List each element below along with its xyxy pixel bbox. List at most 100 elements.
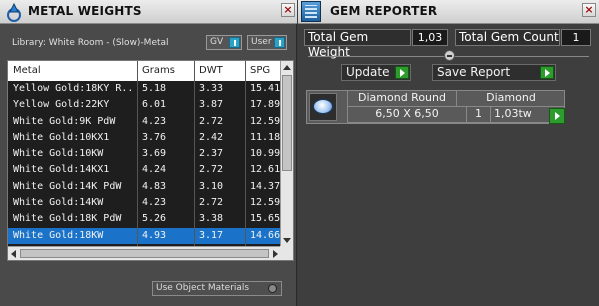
metal-weights-title: METAL WEIGHTS <box>28 4 142 18</box>
grams-cell: 4.23 <box>142 115 167 127</box>
save-report-play-icon[interactable] <box>540 66 554 79</box>
gem-list-item[interactable]: Diamond Round Diamond 6,50 X 6,50 1 1,03… <box>306 90 565 124</box>
grams-cell: 5.26 <box>142 213 167 225</box>
vertical-scroll-thumb[interactable] <box>282 75 292 171</box>
gv-toggle[interactable]: GV <box>206 35 242 50</box>
grams-cell: 4.24 <box>142 164 167 176</box>
metal-weights-logo-icon <box>7 2 21 22</box>
metal-table-vertical-scrollbar[interactable] <box>280 61 293 247</box>
metal-name-cell: White Gold:9K PdW <box>13 115 116 127</box>
table-row[interactable]: White Gold:14KW 4.23 2.72 12.59 <box>8 195 281 211</box>
table-row[interactable]: White Gold:14KX1 4.24 2.72 12.61 <box>8 162 281 178</box>
use-object-materials-radio-icon[interactable] <box>268 284 277 293</box>
grams-cell: 3.76 <box>142 131 167 143</box>
table-row[interactable]: White Gold:14K PdW 4.83 3.10 14.37 <box>8 179 281 195</box>
metal-name-cell: White Gold:10KW <box>13 148 104 160</box>
column-header-spg[interactable]: SPG <box>250 65 270 76</box>
horizontal-scroll-thumb[interactable] <box>20 249 269 258</box>
use-object-materials-label: Use Object Materials <box>156 283 250 293</box>
user-toggle[interactable]: User <box>247 35 287 50</box>
spg-cell: 12.59 <box>250 115 281 127</box>
column-divider <box>194 61 195 260</box>
table-row-selected[interactable]: White Gold:18KW 4.93 3.17 14.66 <box>8 227 281 244</box>
metal-name-cell: Yellow Gold:22KY <box>13 99 110 111</box>
metal-weights-close-icon[interactable]: × <box>281 3 295 17</box>
scroll-left-arrow-icon[interactable] <box>11 250 16 258</box>
gem-size-cell: 6,50 X 6,50 <box>347 107 466 123</box>
use-object-materials-toggle[interactable]: Use Object Materials <box>152 281 282 296</box>
dwt-cell: 3.33 <box>199 83 224 94</box>
save-report-button-label: Save Report <box>437 65 511 79</box>
spg-cell: 15.65 <box>250 213 281 225</box>
scroll-down-arrow-icon[interactable] <box>283 238 291 243</box>
gem-thumbnail <box>309 93 337 121</box>
update-button[interactable]: Update <box>341 64 411 81</box>
spg-cell: 15.41 <box>250 83 281 94</box>
dwt-cell: 3.17 <box>199 229 224 241</box>
gem-shape-cell: Diamond Round <box>347 91 456 107</box>
update-play-icon[interactable] <box>395 66 409 79</box>
dwt-cell: 3.87 <box>199 99 224 111</box>
spg-cell: 12.61 <box>250 164 281 176</box>
column-header-metal[interactable]: Metal <box>13 65 41 76</box>
gem-weight-cell: 1,03tw <box>490 107 550 123</box>
user-toggle-switch-icon[interactable] <box>274 37 285 48</box>
round-diamond-icon <box>313 99 333 114</box>
splitter-handle-icon[interactable] <box>444 50 455 61</box>
table-row[interactable]: White Gold:10KW 3.69 2.37 10.99 <box>8 146 281 162</box>
metal-name-cell: White Gold:14KX1 <box>13 164 110 176</box>
spg-cell: 10.99 <box>250 148 281 160</box>
dwt-cell: 2.72 <box>199 164 224 176</box>
table-row[interactable]: White Gold:10KX1 3.76 2.42 11.18 <box>8 130 281 146</box>
column-header-grams[interactable]: Grams <box>142 65 175 76</box>
metal-name-cell: White Gold:18KW <box>13 229 104 241</box>
metal-name-cell: White Gold:14K PdW <box>13 180 122 192</box>
spg-cell: 12.59 <box>250 197 281 209</box>
dwt-cell: 2.37 <box>199 148 224 160</box>
spg-cell: 17.89 <box>250 99 281 111</box>
gem-select-play-icon[interactable] <box>549 108 565 124</box>
column-divider <box>137 61 138 260</box>
grams-cell: 4.83 <box>142 180 167 192</box>
grams-cell: 3.69 <box>142 148 167 160</box>
table-row[interactable]: White Gold:18K PdW 5.26 3.38 15.65 <box>8 211 281 227</box>
total-gem-count-label: Total Gem Count <box>455 29 560 46</box>
table-row[interactable]: Yellow Gold:22KY 6.01 3.87 17.89 <box>8 97 281 113</box>
table-row[interactable]: Yellow Gold:18KY R... 5.18 3.33 15.41 <box>8 81 281 97</box>
column-header-dwt[interactable]: DWT <box>199 65 223 76</box>
metal-weights-titlebar: METAL WEIGHTS × <box>0 0 297 24</box>
dwt-cell: 2.72 <box>199 115 224 127</box>
library-label: Library: White Room - (Slow)-Metal <box>12 38 169 48</box>
spg-cell: 14.37 <box>250 180 281 192</box>
grams-cell: 4.93 <box>142 229 167 241</box>
dwt-cell: 2.72 <box>199 197 224 209</box>
grams-cell: 5.18 <box>142 83 167 94</box>
gv-toggle-switch-icon[interactable] <box>229 37 240 48</box>
grams-cell: 6.01 <box>142 99 167 111</box>
metal-table-header: Metal Grams DWT SPG <box>8 61 281 81</box>
metal-table-body: Yellow Gold:18KY R... 5.18 3.33 15.41 Yellow… <box>8 81 281 260</box>
table-row[interactable]: White Gold:9K PdW 4.23 2.72 12.59 <box>8 114 281 130</box>
scroll-up-arrow-icon[interactable] <box>283 65 291 70</box>
gem-count-cell: 1 <box>466 107 490 123</box>
total-gem-weight-value: 1,03 <box>412 29 448 46</box>
gv-toggle-label: GV <box>210 37 224 47</box>
total-gem-weight-label: Total Gem Weight <box>304 29 411 59</box>
dwt-cell: 2.42 <box>199 131 224 143</box>
metal-name-cell: Yellow Gold:18KY R... <box>13 83 135 94</box>
update-button-label: Update <box>346 65 390 79</box>
spg-cell: 14.66 <box>250 229 281 241</box>
gem-reporter-logo-icon <box>301 1 321 22</box>
total-gem-count-value: 1 <box>561 29 591 46</box>
dwt-cell: 3.38 <box>199 213 224 225</box>
metal-name-cell: White Gold:14KW <box>13 197 104 209</box>
save-report-button[interactable]: Save Report <box>432 64 556 81</box>
metal-table: Metal Grams DWT SPG Yellow Gold:18KY R..… <box>7 60 294 261</box>
scrollbar-corner <box>280 246 293 260</box>
gem-reporter-close-icon[interactable]: × <box>582 3 596 17</box>
metal-table-horizontal-scrollbar[interactable] <box>8 246 281 260</box>
scroll-right-arrow-icon[interactable] <box>273 250 278 258</box>
app-root: METAL WEIGHTS × Library: White Room - (S… <box>0 0 599 306</box>
metal-weights-panel: METAL WEIGHTS × Library: White Room - (S… <box>0 0 297 306</box>
dwt-cell: 3.10 <box>199 180 224 192</box>
